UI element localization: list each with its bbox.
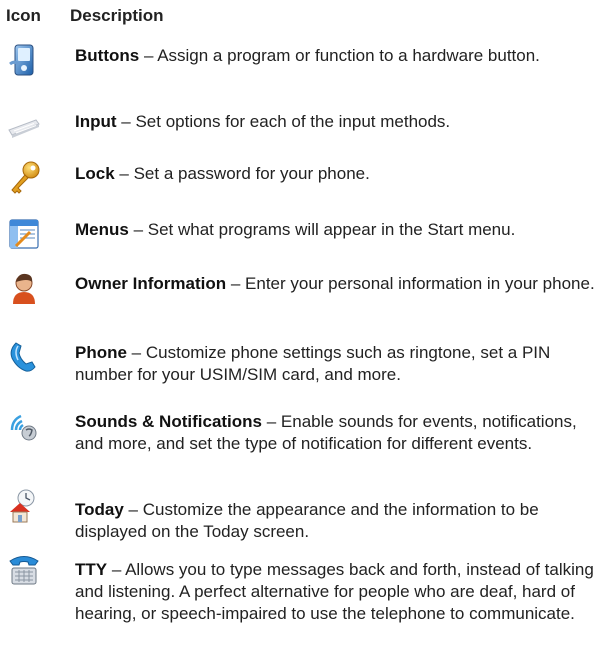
- row-title: Phone: [75, 343, 127, 362]
- row-description: Customize the appearance and the informa…: [75, 500, 539, 541]
- row-description: Set options for each of the input method…: [135, 112, 451, 131]
- row-title: Lock: [75, 164, 115, 183]
- row-title: Menus: [75, 220, 129, 239]
- person-icon: [6, 270, 42, 306]
- row-separator: –: [123, 500, 143, 519]
- row-separator: –: [114, 164, 134, 183]
- menu-window-icon: [6, 216, 42, 252]
- row-description: Customize phone settings such as rington…: [75, 343, 551, 384]
- row-separator: –: [128, 220, 148, 239]
- phone-receiver-icon: [6, 339, 42, 375]
- row-title: Sounds & Notifications: [75, 412, 262, 431]
- keyboard-icon: [6, 108, 42, 144]
- row-description: Set what programs will appear in the Sta…: [147, 220, 516, 239]
- row-separator: –: [107, 560, 126, 579]
- settings-icon-table: Icon Description Buttons – Assign a prog…: [0, 0, 614, 655]
- tty-phone-icon: [6, 552, 42, 588]
- row-separator: –: [262, 412, 281, 431]
- row-separator: –: [116, 112, 136, 131]
- row-description: Allows you to type messages back and for…: [75, 560, 594, 623]
- row-description: Enter your personal information in your …: [245, 274, 595, 293]
- table-header: Icon Description: [6, 6, 164, 26]
- row-title: TTY: [75, 560, 108, 579]
- row-separator: –: [126, 343, 146, 362]
- row-title: Owner Information: [75, 274, 227, 293]
- row-separator: –: [139, 46, 158, 65]
- description-column-header: Description: [70, 6, 164, 25]
- row-title: Input: [75, 112, 117, 131]
- icon-column-header: Icon: [6, 6, 41, 25]
- row-description: Set a password for your phone.: [133, 164, 370, 183]
- row-description: Assign a program or function to a hardwa…: [157, 46, 540, 65]
- row-title: Today: [75, 500, 124, 519]
- key-icon: [6, 160, 42, 196]
- row-separator: –: [226, 274, 246, 293]
- handset-button-icon: [6, 42, 42, 78]
- sound-waves-icon: [6, 408, 42, 444]
- row-title: Buttons: [75, 46, 140, 65]
- today-home-icon: [6, 488, 42, 524]
